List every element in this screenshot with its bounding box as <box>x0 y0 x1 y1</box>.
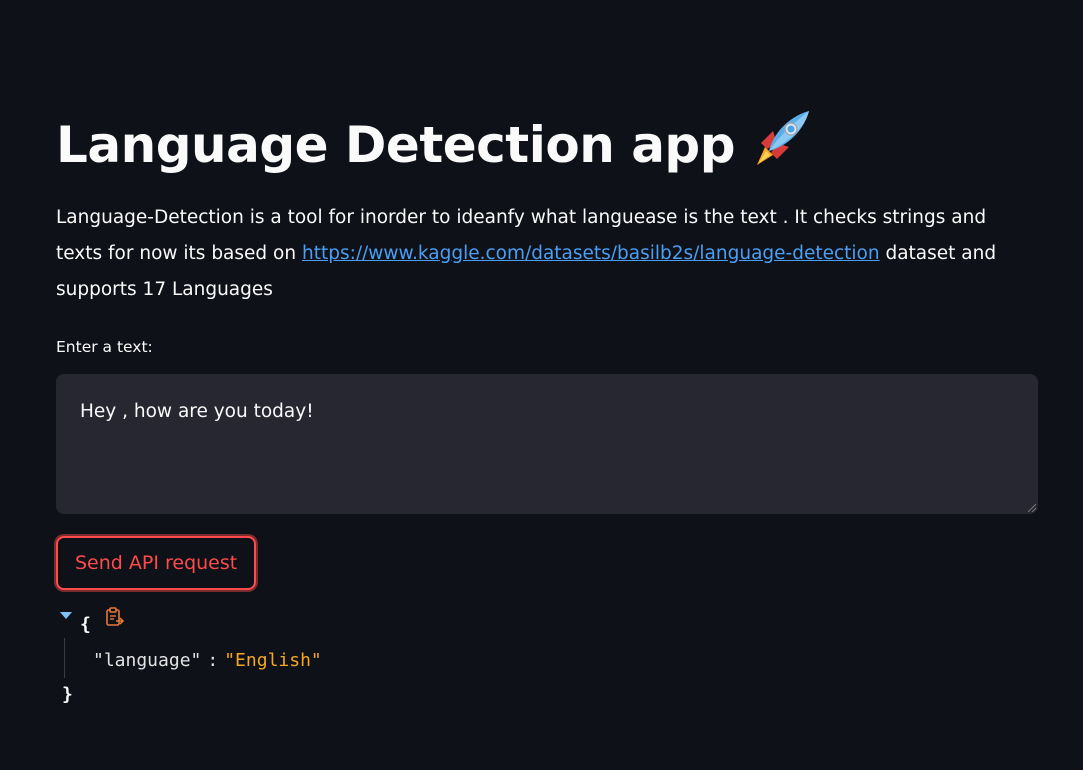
main-content: Language Detection app Language-Detectio… <box>56 100 1038 718</box>
json-brace-close: } <box>62 684 73 705</box>
page-title-text: Language Detection app <box>56 116 736 174</box>
dataset-link[interactable]: https://www.kaggle.com/datasets/basilb2s… <box>302 243 880 264</box>
json-key: "language" <box>93 650 202 671</box>
collapse-toggle-icon[interactable] <box>60 612 72 619</box>
send-api-request-button[interactable]: Send API request <box>56 536 257 590</box>
json-entry-language: "language": "English" <box>93 650 322 671</box>
json-indent-guide <box>64 638 65 678</box>
text-input[interactable]: Hey , how are you today! <box>56 374 1038 514</box>
json-brace-open: { <box>80 614 91 635</box>
app-description: Language-Detection is a tool for inorder… <box>56 200 1038 308</box>
json-value: "English" <box>224 650 322 671</box>
text-input-container: Hey , how are you today! <box>56 374 1038 514</box>
page-title: Language Detection app <box>56 100 1038 190</box>
resize-handle-icon[interactable] <box>1026 502 1036 512</box>
json-colon: : <box>207 650 219 671</box>
rocket-icon <box>757 111 810 165</box>
clipboard-copy-icon[interactable] <box>104 606 126 628</box>
app-root: Language Detection app Language-Detectio… <box>0 0 1083 770</box>
text-input-label: Enter a text: <box>56 338 153 356</box>
json-response-viewer: { "language": "English" } <box>56 606 1038 718</box>
